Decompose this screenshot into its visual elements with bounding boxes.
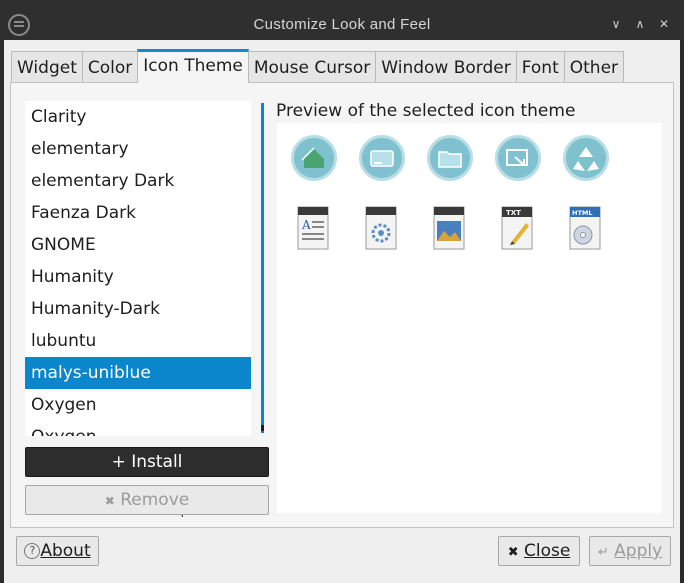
apply-icon: ↵ [597,545,609,560]
plus-icon: + [111,452,126,472]
preview-label: Preview of the selected icon theme [276,101,576,121]
list-item[interactable]: Clarity [25,101,251,133]
html-file-icon: HTML [568,205,602,251]
shortcut-icon [495,135,541,181]
list-item[interactable]: elementary [25,133,251,165]
tab-icon-theme[interactable]: Icon Theme [137,49,249,83]
list-item[interactable]: GNOME [25,229,251,261]
list-item[interactable]: Oxygen [25,389,251,421]
install-label: Install [131,452,183,472]
icon-theme-list[interactable]: Clarity elementary elementary Dark Faenz… [25,101,251,436]
remove-label: Remove [120,490,190,510]
list-item[interactable]: Oxygen [25,421,251,436]
remove-button[interactable]: ✖ Remove [25,485,269,515]
icon-preview-area: A TXT HTML [277,123,662,513]
drive-icon [359,135,405,181]
close-window-icon[interactable]: ✕ [656,16,672,32]
list-scrollbar-end [261,425,264,431]
apply-label: Apply [614,541,663,561]
close-button[interactable]: ✖ Close [498,536,580,566]
tab-window-border[interactable]: Window Border [375,51,517,83]
svg-text:A: A [301,218,311,232]
settings-file-icon [364,205,398,251]
close-x-icon: ✖ [507,545,519,560]
remove-icon: ✖ [104,494,115,508]
minimize-icon[interactable]: ∨ [608,16,624,32]
help-icon: ? [24,543,41,559]
title-bar: Customize Look and Feel ∨ ∧ ✕ [0,0,684,40]
tab-other[interactable]: Other [563,51,625,83]
tab-mouse-cursor[interactable]: Mouse Cursor [247,51,377,83]
list-item[interactable]: lubuntu [25,325,251,357]
list-item[interactable]: Humanity-Dark [25,293,251,325]
close-label: Close [524,541,571,561]
install-button[interactable]: + Install [25,447,269,477]
txt-file-icon: TXT [500,205,534,251]
txt-badge: TXT [506,209,521,217]
folder-icon [427,135,473,181]
list-item[interactable]: elementary Dark [25,165,251,197]
tab-widget[interactable]: Widget [11,51,83,83]
tab-color[interactable]: Color [81,51,139,83]
about-label: About [40,541,91,561]
trash-icon [563,135,609,181]
list-item[interactable]: Humanity [25,261,251,293]
window-title: Customize Look and Feel [253,16,431,33]
text-document-icon: A [296,205,330,251]
tab-bar: Widget Color Icon Theme Mouse Cursor Win… [11,49,625,83]
about-button[interactable]: ? About [16,536,99,566]
html-badge: HTML [572,209,592,217]
tab-font[interactable]: Font [515,51,565,83]
home-folder-icon [291,135,337,181]
list-item-selected[interactable]: malys-uniblue [25,357,251,389]
image-file-icon [432,205,466,251]
list-item[interactable]: Faenza Dark [25,197,251,229]
apply-button[interactable]: ↵ Apply [589,536,671,566]
list-scrollbar[interactable] [261,103,264,433]
dialog-body: Widget Color Icon Theme Mouse Cursor Win… [4,40,680,583]
maximize-icon[interactable]: ∧ [632,16,648,32]
icon-theme-panel: Clarity elementary elementary Dark Faenz… [10,82,674,528]
